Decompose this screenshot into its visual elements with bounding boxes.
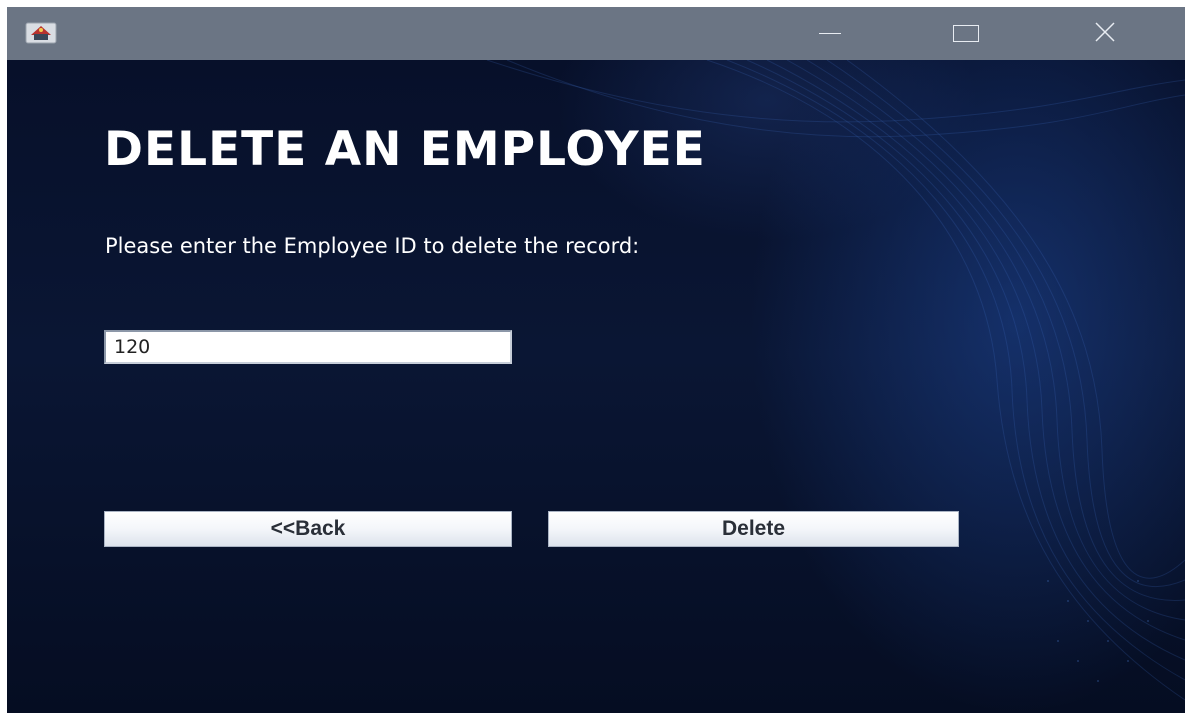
java-cup-icon bbox=[25, 20, 57, 46]
close-button[interactable] bbox=[1075, 7, 1135, 60]
employee-id-input[interactable] bbox=[104, 330, 512, 364]
maximize-icon bbox=[953, 25, 979, 42]
form-panel: DELETE AN EMPLOYEE Please enter the Empl… bbox=[7, 60, 1185, 713]
title-bar[interactable] bbox=[7, 7, 1185, 60]
page-title: DELETE AN EMPLOYEE bbox=[104, 122, 706, 177]
minimize-icon bbox=[819, 33, 841, 34]
close-icon bbox=[1094, 21, 1116, 47]
minimize-button[interactable] bbox=[800, 7, 860, 60]
back-button[interactable]: <<Back bbox=[104, 511, 512, 547]
delete-button[interactable]: Delete bbox=[548, 511, 959, 547]
maximize-button[interactable] bbox=[936, 7, 996, 60]
app-window: DELETE AN EMPLOYEE Please enter the Empl… bbox=[7, 7, 1185, 713]
employee-id-prompt: Please enter the Employee ID to delete t… bbox=[105, 234, 640, 258]
